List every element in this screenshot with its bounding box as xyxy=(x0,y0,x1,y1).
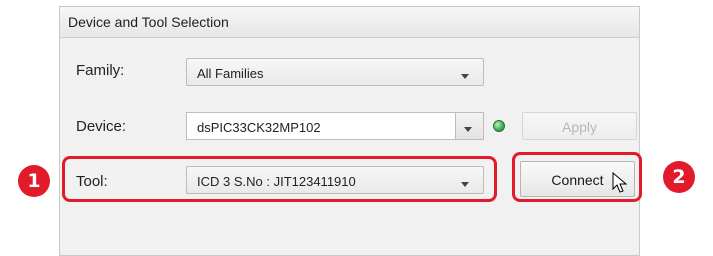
device-label: Device: xyxy=(76,118,127,135)
family-selected-value: All Families xyxy=(197,66,264,81)
family-dropdown[interactable]: All Families xyxy=(186,58,484,86)
device-value: dsPIC33CK32MP102 xyxy=(197,120,321,135)
callout-badge-2: 2 xyxy=(663,161,695,193)
chevron-down-icon xyxy=(461,74,469,79)
device-status-indicator-icon xyxy=(493,120,505,132)
chevron-down-icon xyxy=(464,127,472,132)
device-dropdown-button[interactable] xyxy=(456,112,484,140)
apply-button[interactable]: Apply xyxy=(522,112,637,140)
tool-row-highlight xyxy=(62,156,497,202)
mouse-pointer-icon xyxy=(612,172,628,193)
callout-badge-1: 1 xyxy=(18,165,50,197)
device-combobox-input[interactable]: dsPIC33CK32MP102 xyxy=(186,112,456,140)
family-label: Family: xyxy=(76,62,125,79)
panel-header: Device and Tool Selection xyxy=(60,7,639,38)
panel-title: Device and Tool Selection xyxy=(68,14,229,30)
